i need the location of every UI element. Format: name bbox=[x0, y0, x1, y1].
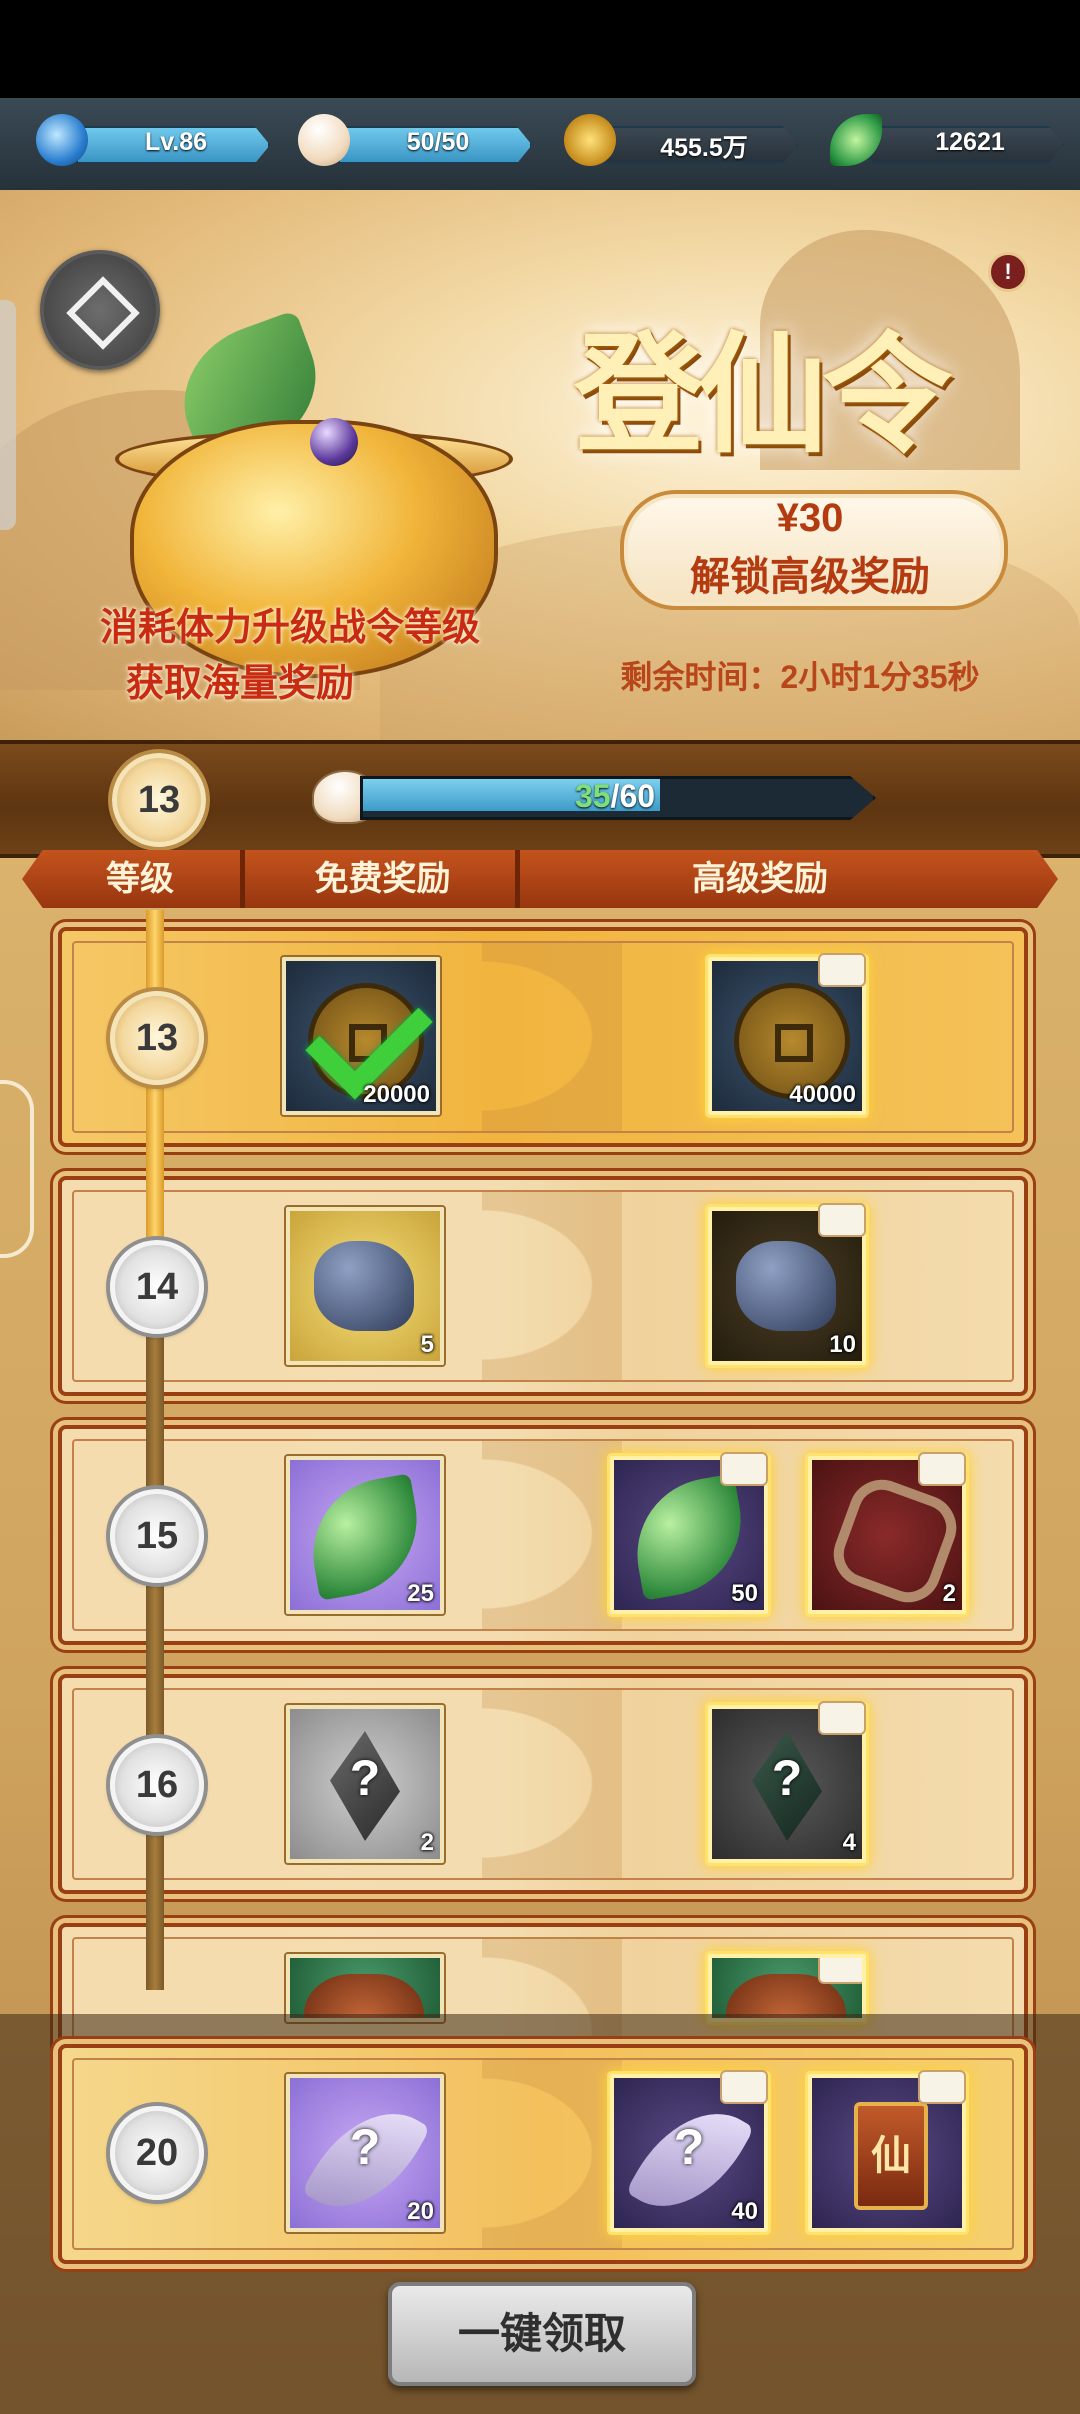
banner-title: 登仙令 bbox=[573, 318, 952, 471]
premium-price: ¥30 bbox=[776, 496, 844, 540]
reward-count: 10 bbox=[829, 1331, 856, 1358]
reward-count: 2 bbox=[942, 1580, 956, 1607]
lock-icon bbox=[918, 2070, 966, 2104]
lock-icon bbox=[818, 1701, 866, 1735]
stamina-resource[interactable]: 50/50 bbox=[298, 114, 532, 166]
reward-count: 2 bbox=[420, 1829, 434, 1856]
status-bar bbox=[0, 0, 1080, 98]
premium-reward-token[interactable]: 仙 bbox=[808, 2070, 966, 2232]
leaf-resource[interactable]: 12621 bbox=[830, 114, 1064, 166]
lock-icon bbox=[720, 1452, 768, 1486]
level-value: Lv.86 bbox=[144, 128, 208, 156]
side-drawer-tab[interactable] bbox=[0, 300, 16, 530]
premium-reward-chain[interactable]: 2 bbox=[808, 1452, 966, 1614]
row-level-badge: 13 bbox=[110, 991, 204, 1085]
banner-slogan-line2: 获取海量奖励 bbox=[125, 663, 354, 705]
lock-icon bbox=[720, 2070, 768, 2104]
banner-slogan-line1: 消耗体力升级战令等级 bbox=[99, 607, 480, 649]
premium-reward-feather[interactable]: ? 40 bbox=[610, 2070, 768, 2232]
row-level-badge: 14 bbox=[110, 1240, 204, 1334]
swirl-level-icon bbox=[36, 114, 88, 166]
row-level-badge: 16 bbox=[110, 1738, 204, 1832]
reward-count: 40 bbox=[731, 2198, 758, 2225]
reward-count: 40000 bbox=[789, 1081, 856, 1108]
lock-icon bbox=[818, 953, 866, 987]
free-reward-ore[interactable]: 5 bbox=[286, 1207, 444, 1365]
exp-max: /60 bbox=[610, 778, 656, 814]
free-reward-partial[interactable] bbox=[286, 1954, 444, 2022]
reward-count: 50 bbox=[731, 1580, 758, 1607]
resource-bar: Lv.86 50/50 455.5万 12621 bbox=[0, 98, 1080, 190]
ore-rock-icon bbox=[736, 1241, 836, 1331]
row-level-badge: 20 bbox=[110, 2106, 204, 2200]
mystery-mark: ? bbox=[349, 2119, 381, 2175]
coin-value: 455.5万 bbox=[660, 134, 748, 162]
copper-coin-icon bbox=[564, 114, 616, 166]
premium-reward-ore[interactable]: 10 bbox=[708, 1203, 866, 1365]
leaf-value: 12621 bbox=[935, 128, 1005, 156]
free-reward-feather[interactable]: ? 20 bbox=[286, 2074, 444, 2232]
remaining-time: 剩余时间：2小时1分35秒 bbox=[620, 659, 980, 695]
unlock-premium-label: 解锁高级奖励 bbox=[690, 555, 930, 599]
lock-icon bbox=[818, 1958, 862, 1984]
exp-current: 35 bbox=[574, 778, 611, 814]
premium-reward-leaf[interactable]: 50 bbox=[610, 1452, 768, 1614]
column-level: 等级 bbox=[40, 850, 245, 908]
column-premium-rewards: 高级奖励 bbox=[692, 860, 828, 898]
back-diamond-icon bbox=[66, 276, 140, 350]
premium-reward-partial[interactable] bbox=[708, 1954, 866, 2022]
free-reward-leaf[interactable]: 25 bbox=[286, 1456, 444, 1614]
reward-count: 25 bbox=[407, 1580, 434, 1607]
mystery-mark: ? bbox=[349, 1750, 381, 1806]
row-level-badge: 15 bbox=[110, 1489, 204, 1583]
mystery-mark: ? bbox=[771, 1750, 803, 1806]
claim-all-button[interactable]: 一键领取 bbox=[388, 2282, 696, 2386]
back-button[interactable] bbox=[40, 250, 160, 370]
side-ornament bbox=[0, 1080, 34, 1258]
coin-resource[interactable]: 455.5万 bbox=[564, 114, 798, 166]
lock-icon bbox=[918, 1452, 966, 1486]
premium-reward-coin[interactable]: 40000 bbox=[708, 953, 866, 1115]
ore-rock-icon bbox=[314, 1241, 414, 1331]
stamina-value: 50/50 bbox=[406, 128, 470, 156]
column-free-rewards: 免费奖励 bbox=[250, 850, 520, 908]
reward-count: 4 bbox=[842, 1829, 856, 1856]
immortal-token-icon: 仙 bbox=[854, 2102, 928, 2210]
free-reward-coin[interactable]: 20000 bbox=[282, 957, 440, 1115]
reward-count: 20 bbox=[407, 2198, 434, 2225]
mystery-mark: ? bbox=[673, 2119, 705, 2175]
info-button[interactable]: ! bbox=[988, 252, 1028, 292]
exp-progress-text: 35/60 bbox=[360, 778, 870, 815]
premium-reward-shard[interactable]: ? 4 bbox=[708, 1701, 866, 1863]
purple-orb-icon bbox=[310, 418, 358, 466]
lock-icon bbox=[818, 1203, 866, 1237]
steamed-bun-icon bbox=[298, 114, 350, 166]
reward-count: 5 bbox=[420, 1331, 434, 1358]
reward-count: 20000 bbox=[363, 1081, 430, 1108]
level-resource: Lv.86 bbox=[36, 114, 270, 166]
free-reward-shard[interactable]: ? 2 bbox=[286, 1705, 444, 1863]
current-level-medal: 13 bbox=[112, 753, 206, 847]
